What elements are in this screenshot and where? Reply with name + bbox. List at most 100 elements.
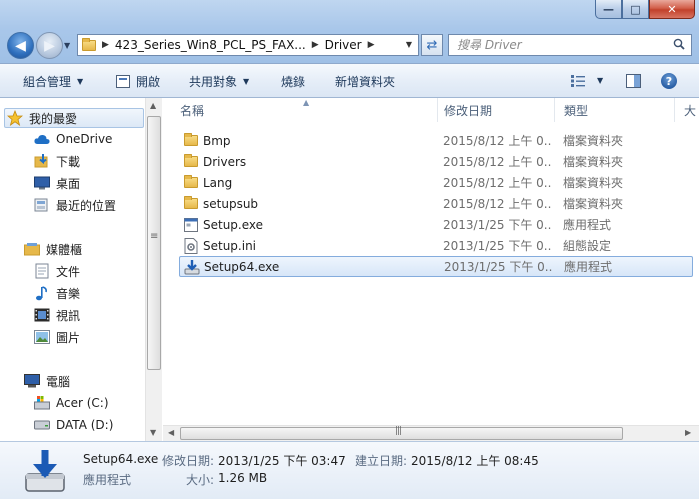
file-type: 檔案資料夾 [563, 176, 624, 190]
file-row-lang[interactable]: Lang 2015/8/12 上午 0... 檔案資料夾 [179, 172, 693, 193]
view-dropdown-icon[interactable]: ▼ [597, 76, 603, 85]
minimize-button[interactable]: — [595, 0, 622, 19]
burn-label: 燒錄 [281, 75, 306, 89]
file-type: 應用程式 [564, 260, 613, 274]
column-header-date[interactable]: 修改日期 [435, 98, 555, 122]
documents-icon [34, 263, 50, 279]
column-header-size[interactable]: 大 [675, 98, 699, 122]
sidebar-item-pictures[interactable]: 圖片 [34, 327, 80, 347]
file-date: 2015/8/12 上午 0... [443, 176, 551, 190]
forward-button[interactable]: ▶ [36, 32, 63, 59]
details-filename: Setup64.exe [83, 452, 159, 466]
sidebar-item-label: 下載 [56, 154, 81, 169]
downloads-icon [34, 153, 50, 169]
share-button[interactable]: 共用對象 ▼ [189, 73, 249, 90]
file-name: setupsub [203, 196, 259, 211]
pictures-icon [34, 329, 50, 345]
sidebar-item-onedrive[interactable]: OneDrive [34, 129, 112, 149]
column-header-type[interactable]: 類型 [555, 98, 675, 122]
organize-label: 組合管理 [23, 75, 72, 89]
maximize-icon: □ [630, 2, 641, 16]
chevron-right-icon[interactable]: ▶ [312, 40, 319, 50]
sidebar-item-label: Acer (C:) [56, 396, 109, 410]
column-header-label: 類型 [564, 103, 589, 118]
scroll-left-icon[interactable]: ◀ [168, 428, 174, 437]
sidebar-scroll-thumb[interactable] [147, 116, 161, 370]
sidebar-item-label: DATA (D:) [56, 418, 114, 432]
search-box[interactable] [448, 34, 692, 56]
scroll-up-icon[interactable]: ▲ [150, 101, 156, 110]
arrow-right-icon: ▶ [44, 37, 55, 54]
organize-button[interactable]: 組合管理 ▼ [23, 73, 83, 90]
computer-icon [24, 373, 40, 389]
system-drive-icon [34, 395, 50, 411]
file-row-setupsub[interactable]: setupsub 2015/8/12 上午 0... 檔案資料夾 [179, 193, 693, 214]
maximize-button[interactable]: □ [622, 0, 649, 19]
sidebar-item-favorites[interactable]: 我的最愛 [4, 108, 144, 128]
file-row-setup-ini[interactable]: Setup.ini 2013/1/25 下午 0... 組態設定 [179, 235, 693, 256]
file-date: 2015/8/12 上午 0... [443, 155, 551, 169]
close-button[interactable]: ✕ [649, 0, 695, 19]
file-list-scroll-thumb[interactable] [180, 426, 623, 440]
file-type: 應用程式 [563, 218, 612, 232]
details-pane: Setup64.exe 應用程式 修改日期: 2013/1/25 下午 03:4… [0, 441, 699, 499]
sidebar-item-label: 桌面 [56, 176, 81, 191]
command-bar: 組合管理 ▼ 開啟 共用對象 ▼ 燒錄 新增資料夾 ▼ ? [0, 63, 699, 98]
address-bar[interactable]: ▶ 423_Series_Win8_PCL_PS_FAX... ▶ Driver… [77, 34, 419, 56]
column-header-name[interactable]: 名稱 [171, 98, 438, 122]
back-button[interactable]: ◀ [7, 32, 34, 59]
desktop-icon [34, 175, 50, 191]
sidebar-item-drive-c[interactable]: Acer (C:) [34, 393, 109, 413]
file-row-bmp[interactable]: Bmp 2015/8/12 上午 0... 檔案資料夾 [179, 130, 693, 151]
recent-places-icon [34, 197, 50, 213]
sidebar-item-label: 視訊 [56, 308, 81, 323]
file-name: Setup64.exe [204, 259, 280, 274]
scroll-down-icon[interactable]: ▼ [150, 428, 156, 437]
file-list-scrollbar[interactable]: ◀ ▶ [163, 425, 699, 441]
chevron-down-icon: ▼ [64, 41, 71, 50]
view-options-icon[interactable] [571, 75, 585, 87]
sidebar-scrollbar[interactable]: ▲ ▼ [145, 98, 162, 441]
refresh-button[interactable]: ⇄ [421, 34, 443, 56]
file-type: 組態設定 [563, 239, 612, 253]
sidebar-item-downloads[interactable]: 下載 [34, 151, 80, 171]
sidebar-item-documents[interactable]: 文件 [34, 261, 80, 281]
arrow-left-icon: ◀ [15, 37, 26, 54]
new-folder-button[interactable]: 新增資料夾 [335, 73, 395, 90]
sidebar-item-music[interactable]: 音樂 [34, 283, 80, 303]
file-date: 2013/1/25 下午 0... [443, 239, 551, 253]
file-row-setup-exe[interactable]: Setup.exe 2013/1/25 下午 0... 應用程式 [179, 214, 693, 235]
address-dropdown-icon[interactable]: ▼ [406, 40, 412, 49]
breadcrumb-current[interactable]: Driver [325, 38, 362, 52]
file-date: 2013/1/25 下午 0... [443, 218, 551, 232]
chevron-right-icon[interactable]: ▶ [368, 40, 375, 50]
libraries-icon [24, 241, 40, 257]
sidebar-item-computer[interactable]: 電腦 [4, 371, 70, 391]
sidebar-item-videos[interactable]: 視訊 [34, 305, 80, 325]
recent-pages-dropdown[interactable]: ▼ [64, 41, 70, 50]
details-modified-value: 2013/1/25 下午 03:47 [218, 454, 346, 468]
sidebar-item-desktop[interactable]: 桌面 [34, 173, 80, 193]
preview-pane-icon[interactable] [626, 74, 641, 88]
sidebar-item-drive-d[interactable]: DATA (D:) [34, 415, 113, 435]
scroll-right-icon[interactable]: ▶ [685, 428, 691, 437]
sidebar-item-recent-places[interactable]: 最近的位置 [34, 195, 116, 215]
open-label: 開啟 [136, 75, 161, 89]
breadcrumb-parent[interactable]: 423_Series_Win8_PCL_PS_FAX... [115, 38, 306, 52]
file-row-drivers[interactable]: Drivers 2015/8/12 上午 0... 檔案資料夾 [179, 151, 693, 172]
help-icon[interactable]: ? [661, 73, 677, 89]
column-header-label: 大 [684, 103, 697, 118]
column-header-label: 修改日期 [444, 103, 493, 118]
file-row-setup64-exe[interactable]: Setup64.exe 2013/1/25 下午 0... 應用程式 [179, 256, 693, 277]
file-list: ▲ 名稱 修改日期 類型 大 Bmp 2015/8/12 上午 0... 檔案資… [163, 98, 699, 441]
folder-icon [183, 133, 199, 149]
file-name: Drivers [203, 154, 247, 169]
chevron-right-icon[interactable]: ▶ [102, 40, 109, 50]
search-icon[interactable] [673, 38, 685, 50]
burn-button[interactable]: 燒錄 [281, 73, 305, 90]
open-button[interactable]: 開啟 [116, 73, 160, 90]
search-input[interactable] [457, 38, 667, 52]
folder-icon [183, 196, 199, 212]
details-size-label: 大小: [186, 473, 215, 487]
sidebar-item-libraries[interactable]: 媒體櫃 [4, 239, 82, 259]
